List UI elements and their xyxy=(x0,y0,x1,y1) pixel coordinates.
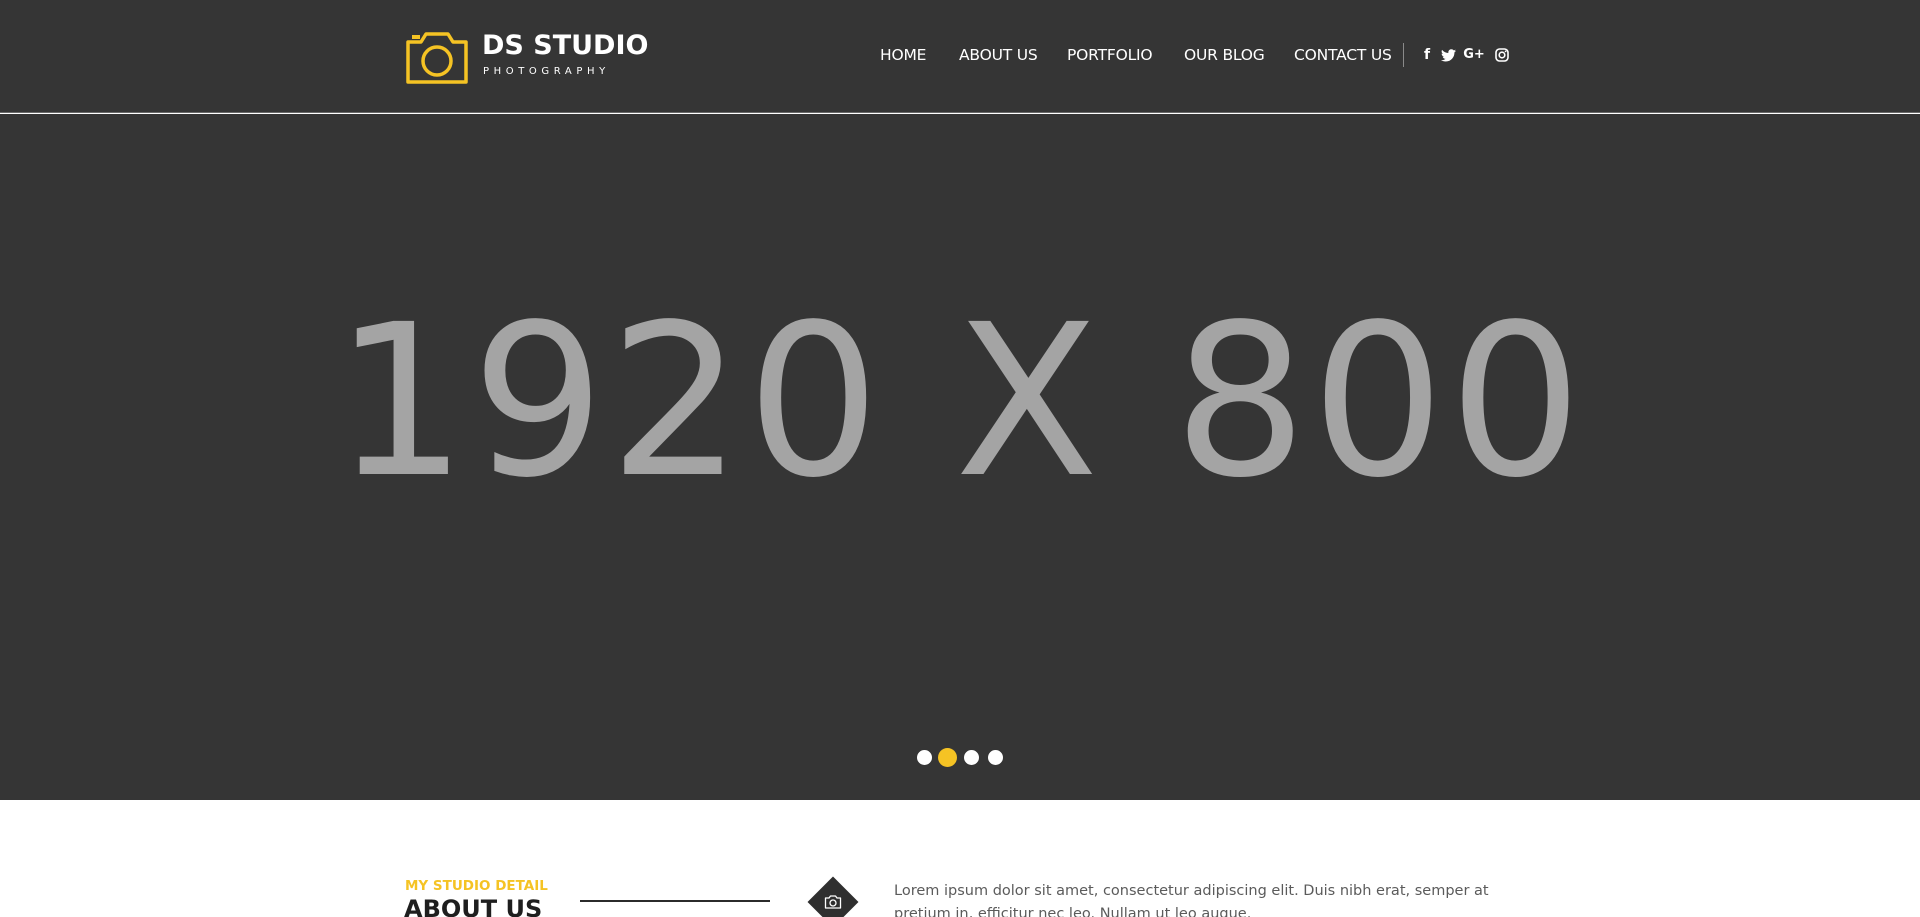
slider-dot-2[interactable] xyxy=(938,748,957,767)
brand-subtitle: PHOTOGRAPHY xyxy=(483,66,610,77)
about-title: ABOUT US xyxy=(404,895,543,917)
hero-placeholder-text: 1920 X 800 xyxy=(333,279,1587,524)
nav-item-about-us[interactable]: ABOUT US xyxy=(959,44,1038,66)
camera-icon xyxy=(822,891,844,913)
about-description: Lorem ipsum dolor sit amet, consectetur … xyxy=(894,883,1489,917)
facebook-icon[interactable]: f xyxy=(1418,46,1436,64)
hero-slider: 1920 X 800 xyxy=(0,114,1920,800)
nav-item-our-blog[interactable]: OUR BLOG xyxy=(1184,44,1265,66)
slider-dot-3[interactable] xyxy=(964,750,979,765)
nav-divider xyxy=(1403,43,1404,67)
main-nav: HOME ABOUT US PORTFOLIO OUR BLOG CONTACT… xyxy=(0,44,1920,66)
google-plus-icon[interactable]: G+ xyxy=(1463,46,1485,64)
slider-dot-1[interactable] xyxy=(917,750,932,765)
instagram-icon[interactable] xyxy=(1493,46,1511,64)
nav-item-portfolio[interactable]: PORTFOLIO xyxy=(1067,44,1153,66)
nav-item-home[interactable]: HOME xyxy=(880,44,926,66)
about-divider-line xyxy=(580,900,770,902)
slider-pagination xyxy=(0,748,1920,767)
slider-dot-4[interactable] xyxy=(988,750,1003,765)
site-header: DS STUDIO PHOTOGRAPHY HOME ABOUT US PORT… xyxy=(0,0,1920,113)
nav-item-contact-us[interactable]: CONTACT US xyxy=(1294,44,1392,66)
about-section: MY STUDIO DETAIL ABOUT US Lorem ipsum do… xyxy=(0,800,1920,917)
twitter-icon[interactable] xyxy=(1439,46,1457,64)
about-kicker: MY STUDIO DETAIL xyxy=(405,878,548,894)
